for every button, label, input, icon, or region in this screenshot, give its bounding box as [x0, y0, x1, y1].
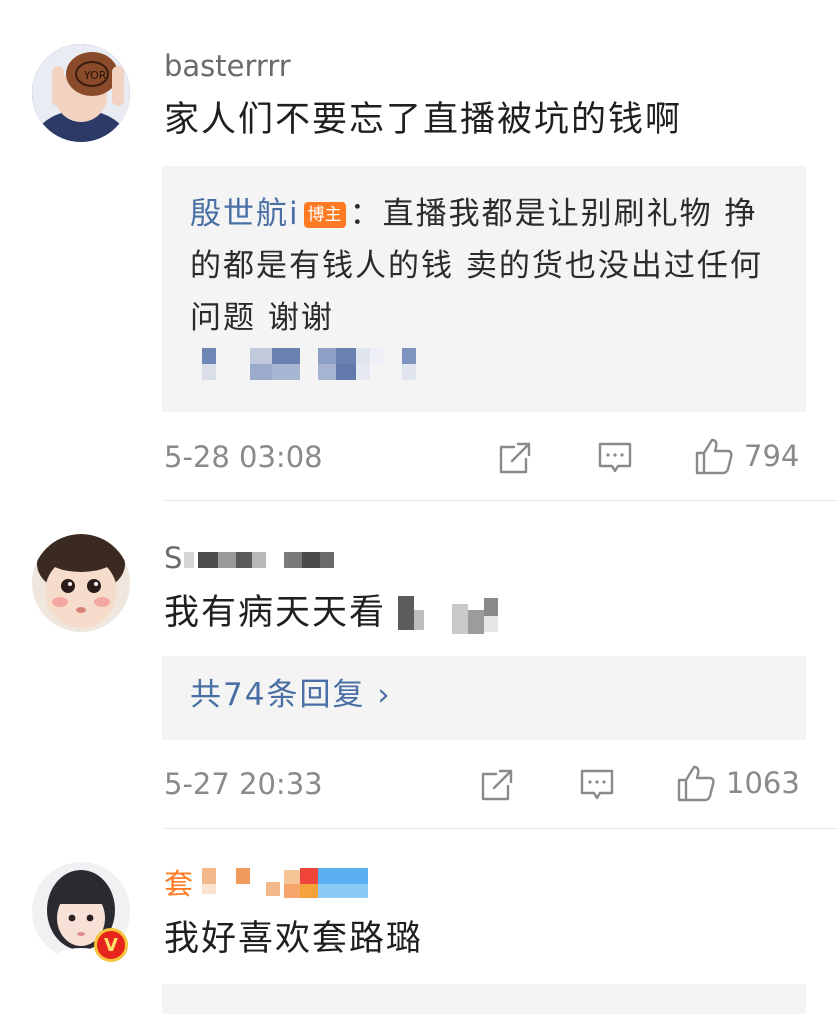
avatar[interactable] — [32, 534, 130, 632]
comment-text: 我有病天天看 — [164, 593, 387, 633]
avatar[interactable]: YOR — [32, 44, 130, 142]
username[interactable]: S — [164, 544, 182, 573]
comment-item: V 套 我好喜欢套路璐 — [0, 830, 837, 1014]
svg-text:YOR: YOR — [83, 69, 107, 82]
like-button[interactable]: 794 — [694, 436, 799, 476]
reply-box[interactable]: 殷世航i 博主 ：直播我都是让别刷礼物 挣的都是有钱人的钱 卖的货也没出过任何问题 … — [162, 166, 806, 412]
like-count: 1063 — [726, 765, 800, 800]
author-badge: 博主 — [303, 202, 346, 228]
comment-button[interactable] — [578, 765, 616, 805]
comment-icon — [578, 766, 616, 804]
share-icon — [478, 766, 516, 804]
comment-item: S 我有病天天看 共74条回复 › 5-27 20:33 1063 — [0, 500, 837, 830]
reply-author[interactable]: 殷世航i — [190, 196, 300, 232]
comment-button[interactable] — [596, 438, 634, 478]
share-icon — [496, 439, 534, 477]
comment-text: 我好喜欢套路璐 — [164, 919, 424, 959]
more-replies-box[interactable]: 共74条回复 › — [162, 656, 806, 740]
username-visible: S — [164, 541, 183, 575]
comment-item: YOR basterrrr 家人们不要忘了直播被坑的钱啊 殷世航i 博主 ：直播我都… — [0, 0, 837, 501]
reply-separator: ： — [349, 196, 383, 232]
username[interactable]: 套 — [164, 870, 193, 899]
comment-time: 5-28 03:08 — [164, 440, 323, 474]
like-icon — [694, 436, 734, 476]
divider — [164, 828, 837, 829]
comment-text: 家人们不要忘了直播被坑的钱啊 — [164, 100, 683, 140]
reply-box[interactable] — [162, 984, 806, 1014]
share-button[interactable] — [496, 438, 534, 478]
verified-badge: V — [94, 928, 128, 962]
like-button[interactable]: 1063 — [676, 763, 800, 803]
like-icon — [676, 763, 716, 803]
like-count: 794 — [744, 438, 800, 473]
share-button[interactable] — [478, 765, 516, 805]
more-replies-link[interactable]: 共74条回复 › — [190, 680, 392, 711]
comment-time: 5-27 20:33 — [164, 767, 323, 801]
username[interactable]: basterrrr — [164, 52, 291, 81]
comment-icon — [596, 439, 634, 477]
username-visible: 套 — [164, 867, 194, 901]
reply-content: 殷世航i 博主 ：直播我都是让别刷礼物 挣的都是有钱人的钱 卖的货也没出过任何问题 … — [190, 188, 790, 344]
